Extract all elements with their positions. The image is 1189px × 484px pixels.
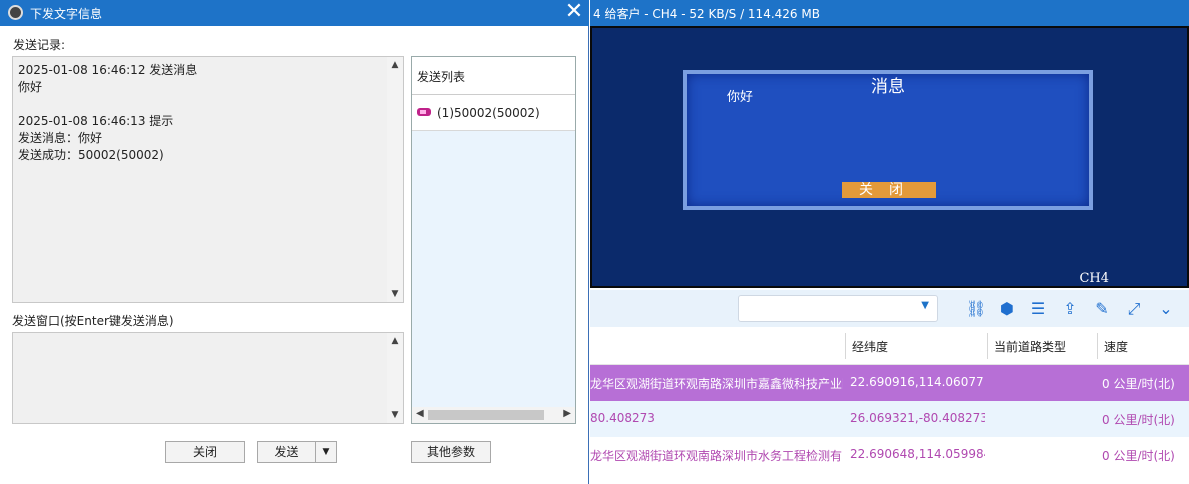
send-list: 发送列表 (1)50002(50002) ◀ ▶ [411,56,576,424]
cell-coords: 22.690648,114.059984 [850,447,985,461]
column-divider[interactable] [1097,333,1098,359]
send-record-log[interactable]: 2025-01-08 16:46:12 发送消息 你好 2025-01-08 1… [12,56,404,303]
video-frame[interactable]: 消息 你好 关闭 CH4 [590,26,1189,288]
send-list-item[interactable]: (1)50002(50002) [412,95,575,131]
app-icon [8,5,23,20]
send-list-header: 发送列表 [412,57,575,95]
send-text-dialog: 下发文字信息 ✕ 发送记录: 2025-01-08 16:46:12 发送消息 … [0,0,589,484]
cell-address: 龙华区观湖街道环观南路深圳市嘉鑫微科技产业园 [590,377,843,391]
layers-icon[interactable]: ⬢ [997,299,1017,319]
scroll-up-icon[interactable]: ▲ [390,336,400,346]
video-title-bar: 4 给客户 - CH4 - 52 KB/S / 114.426 MB [590,0,1189,26]
vehicle-icon [417,108,431,116]
video-message-popup: 消息 你好 关闭 [683,70,1093,210]
scroll-up-icon[interactable]: ▲ [390,60,400,70]
column-divider[interactable] [845,333,846,359]
cell-speed: 0 公里/时(北) [1102,413,1175,427]
report-icon[interactable]: ☰ [1028,299,1048,319]
log-scrollbar[interactable]: ▲ ▼ [387,57,403,302]
chevron-down-icon: ▼ [921,300,929,311]
more-params-button[interactable]: 其他参数 [411,441,491,463]
popup-close-button: 关闭 [842,182,936,198]
send-list-header-label: 发送列表 [417,70,466,84]
log-line: 你好 [18,80,43,94]
log-line: 2025-01-08 16:46:13 提示 [18,114,174,128]
table-row[interactable]: 龙华区观湖街道环观南路深圳市嘉鑫微科技产业园 22.690916,114.060… [590,365,1189,401]
dialog-title: 下发文字信息 [30,7,103,21]
input-label: 发送窗口(按Enter键发送消息) [12,314,174,328]
grid-toolbar: ▼ ⛓ ⬢ ☰ ⇪ ✎ ⤢ ⌄ [590,290,1189,327]
send-dropdown-button[interactable]: ▼ [315,441,337,463]
scroll-right-icon[interactable]: ▶ [563,408,571,419]
message-input[interactable]: ▲ ▼ [12,332,404,424]
channel-label: CH4 [1079,271,1109,286]
chevron-down-icon: ▼ [322,447,330,457]
scroll-down-icon[interactable]: ▼ [390,289,400,299]
log-line: 发送消息：你好 [18,131,103,145]
popup-message: 你好 [727,90,754,105]
link-icon[interactable]: ⛓ [966,299,986,319]
cell-speed: 0 公里/时(北) [1102,449,1175,463]
input-scrollbar[interactable]: ▲ ▼ [387,333,403,423]
send-button[interactable]: 发送 [257,441,316,463]
close-icon[interactable]: ✕ [562,0,586,26]
collapse-icon[interactable]: ⌄ [1156,299,1176,319]
log-line: 发送成功：50002(50002) [18,148,164,162]
scroll-left-icon[interactable]: ◀ [416,408,424,419]
vehicle-data-grid: 经纬度 当前道路类型 速度 龙华区观湖街道环观南路深圳市嘉鑫微科技产业园 22.… [590,327,1189,484]
log-line: 2025-01-08 16:46:12 发送消息 [18,63,198,77]
send-list-item-label: (1)50002(50002) [437,106,540,120]
column-header-road-type[interactable]: 当前道路类型 [994,338,1066,355]
column-header-speed[interactable]: 速度 [1104,338,1128,355]
table-row[interactable]: 龙华区观湖街道环观南路深圳市水务工程检测有限 22.690648,114.059… [590,437,1189,473]
column-divider[interactable] [987,333,988,359]
column-header-coords[interactable]: 经纬度 [852,338,888,355]
edit-icon[interactable]: ✎ [1092,299,1112,319]
cell-coords: 22.690916,114.06077 [850,375,984,389]
cell-address: 80.408273 [590,411,655,425]
cell-speed: 0 公里/时(北) [1102,377,1175,391]
scroll-down-icon[interactable]: ▼ [390,410,400,420]
scroll-thumb[interactable] [428,410,544,420]
table-row[interactable]: 80.408273 26.069321,-80.408273 0 公里/时(北) [590,401,1189,437]
cell-address: 龙华区观湖街道环观南路深圳市水务工程检测有限 [590,449,843,463]
send-list-hscrollbar[interactable]: ◀ ▶ [412,407,575,423]
grid-header: 经纬度 当前道路类型 速度 [590,327,1189,365]
export-icon[interactable]: ⇪ [1060,299,1080,319]
video-title: 4 给客户 - CH4 - 52 KB/S / 114.426 MB [593,7,820,21]
fullscreen-icon[interactable]: ⤢ [1124,299,1144,319]
dialog-title-bar: 下发文字信息 ✕ [0,0,589,26]
close-button[interactable]: 关闭 [165,441,245,463]
filter-select[interactable]: ▼ [738,295,938,322]
cell-coords: 26.069321,-80.408273 [850,411,985,425]
record-label: 发送记录: [13,38,66,52]
